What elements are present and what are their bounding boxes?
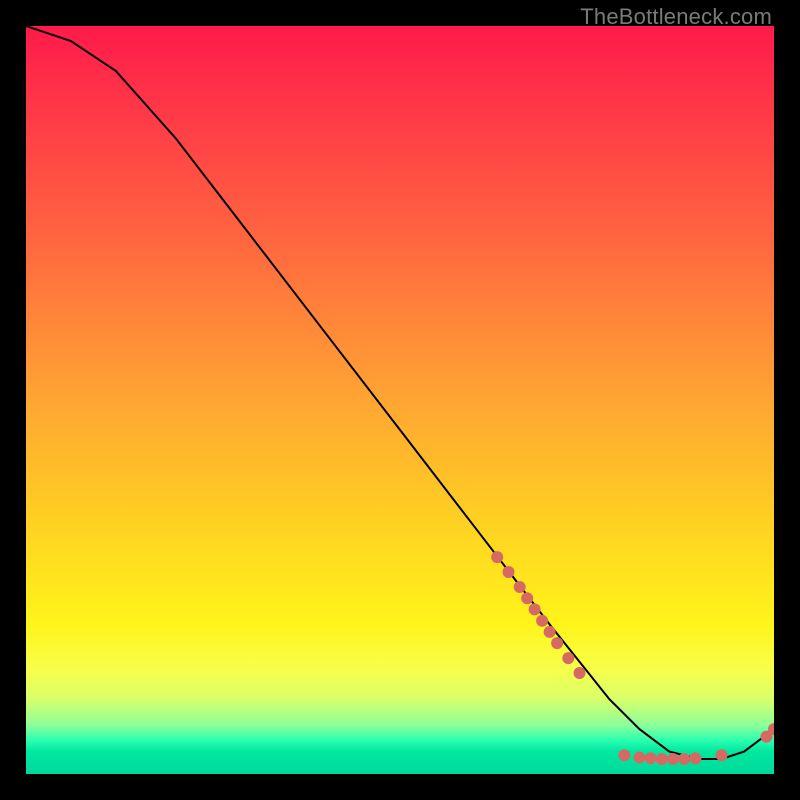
data-marker <box>491 551 503 563</box>
chart-container: TheBottleneck.com <box>0 0 800 800</box>
bottleneck-curve <box>26 26 774 759</box>
data-marker <box>521 592 533 604</box>
data-marker <box>618 749 630 761</box>
data-marker <box>645 752 657 764</box>
data-marker <box>529 603 541 615</box>
data-marker <box>514 581 526 593</box>
data-marker <box>503 566 515 578</box>
marker-group <box>491 551 774 765</box>
data-marker <box>544 626 556 638</box>
curve-layer <box>26 26 774 774</box>
data-marker <box>656 753 668 765</box>
plot-area <box>26 26 774 774</box>
data-marker <box>562 652 574 664</box>
data-marker <box>633 752 645 764</box>
data-marker <box>551 637 563 649</box>
data-marker <box>690 752 702 764</box>
data-marker <box>678 753 690 765</box>
data-marker <box>716 749 728 761</box>
data-marker <box>536 615 548 627</box>
data-marker <box>667 753 679 765</box>
data-marker <box>574 667 586 679</box>
